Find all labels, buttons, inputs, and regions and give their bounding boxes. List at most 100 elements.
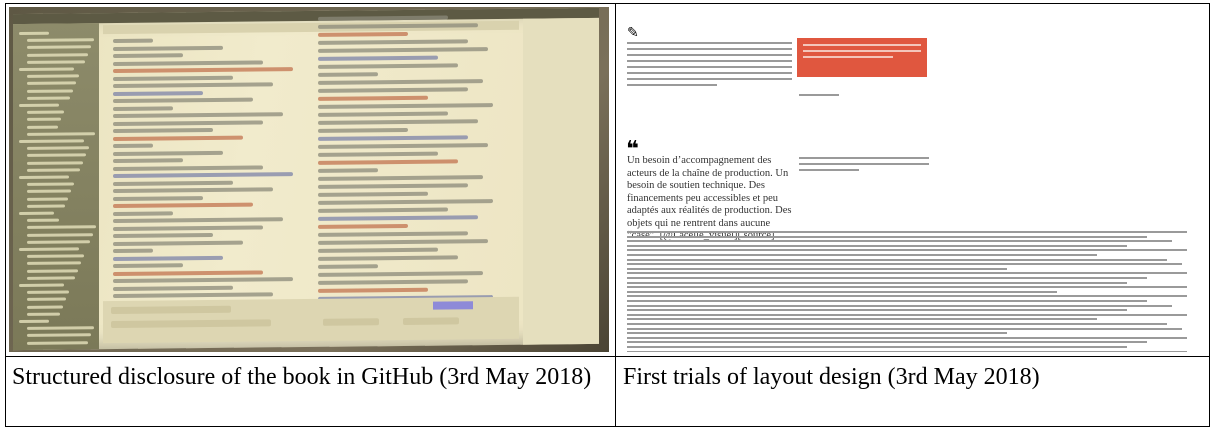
code-line bbox=[113, 97, 253, 104]
body-text-line bbox=[627, 48, 792, 50]
side-note-line bbox=[799, 157, 929, 159]
code-line bbox=[113, 119, 263, 126]
code-line bbox=[113, 292, 273, 299]
code-line bbox=[113, 112, 283, 119]
code-line bbox=[318, 168, 378, 173]
body-text-line bbox=[627, 60, 792, 62]
body-text-line bbox=[627, 84, 717, 86]
code-line bbox=[113, 240, 243, 246]
body-text-line bbox=[627, 263, 1182, 266]
code-line bbox=[318, 143, 488, 149]
sidebar-entry bbox=[27, 38, 94, 43]
code-line bbox=[318, 183, 468, 189]
sidebar-entry bbox=[27, 297, 66, 302]
sidebar-entry bbox=[27, 168, 80, 172]
code-line bbox=[113, 255, 223, 261]
code-line bbox=[113, 158, 183, 164]
body-text-line bbox=[627, 42, 792, 44]
sidebar-entry bbox=[27, 218, 59, 223]
title-block-line bbox=[803, 44, 921, 46]
column-divider bbox=[615, 4, 616, 426]
body-text-line bbox=[627, 277, 1147, 279]
code-line bbox=[318, 103, 493, 109]
projected-screen bbox=[13, 7, 599, 351]
body-text-line bbox=[627, 254, 1097, 256]
sidebar-entry bbox=[27, 340, 88, 345]
code-line bbox=[318, 47, 488, 53]
code-line bbox=[318, 255, 458, 261]
layout-design-page: ✎ ❝ Un besoin d’accompagnement des acteu… bbox=[621, 7, 1206, 352]
editor-bottom-bar bbox=[103, 296, 519, 344]
sidebar-entry bbox=[19, 139, 84, 144]
sidebar-entry bbox=[27, 254, 84, 259]
code-line bbox=[113, 269, 263, 276]
code-line bbox=[113, 75, 233, 81]
title-block-line bbox=[803, 50, 921, 52]
body-text-line bbox=[627, 336, 1187, 339]
body-text-line bbox=[627, 350, 1187, 352]
sidebar-entry bbox=[27, 240, 90, 244]
code-line bbox=[318, 55, 438, 61]
code-line bbox=[318, 111, 448, 117]
code-line bbox=[318, 95, 428, 101]
sidebar-entry bbox=[27, 110, 64, 115]
editor-right-pane bbox=[523, 17, 599, 345]
code-line bbox=[113, 248, 153, 254]
sidebar-entry bbox=[27, 268, 78, 273]
code-line bbox=[318, 231, 468, 237]
sidebar-entry bbox=[27, 96, 70, 100]
code-line bbox=[113, 232, 213, 239]
sidebar-entry bbox=[19, 67, 74, 72]
title-block-line bbox=[803, 56, 893, 58]
side-note-line bbox=[799, 169, 859, 171]
sidebar-entry bbox=[27, 117, 61, 122]
body-text-line bbox=[627, 66, 792, 68]
code-line bbox=[318, 79, 483, 85]
body-text-line bbox=[627, 240, 1172, 243]
code-line bbox=[318, 223, 408, 229]
pen-icon: ✎ bbox=[627, 25, 639, 41]
code-line bbox=[113, 105, 173, 111]
code-line bbox=[113, 180, 233, 186]
author-line bbox=[799, 94, 839, 96]
sidebar-entry bbox=[19, 31, 49, 36]
code-line bbox=[113, 53, 183, 59]
side-note-line bbox=[799, 163, 929, 165]
title-block bbox=[797, 38, 927, 77]
code-line bbox=[113, 45, 223, 51]
code-line bbox=[113, 187, 273, 194]
sidebar-entry bbox=[27, 326, 94, 331]
pull-quote: Un besoin d’accompagnement des acteurs d… bbox=[627, 155, 792, 241]
code-line bbox=[318, 287, 428, 293]
sidebar-entry bbox=[27, 146, 89, 151]
sidebar-entry bbox=[19, 175, 69, 180]
sidebar-entry bbox=[27, 232, 93, 237]
sidebar-entry bbox=[27, 225, 96, 230]
figure-table: ✎ ❝ Un besoin d’accompagnement des acteu… bbox=[5, 3, 1210, 427]
body-text-line bbox=[627, 295, 1187, 298]
body-text-line bbox=[627, 235, 1147, 238]
body-text-line bbox=[627, 72, 792, 74]
sidebar-entry bbox=[27, 204, 65, 208]
sidebar-entry bbox=[27, 132, 95, 136]
body-text-line bbox=[627, 78, 792, 80]
code-line bbox=[113, 127, 213, 134]
caption-left: Structured disclosure of the book in Git… bbox=[12, 364, 592, 390]
body-text-line bbox=[627, 290, 1057, 293]
code-line bbox=[318, 175, 483, 181]
body-text-line bbox=[627, 258, 1167, 261]
code-line bbox=[318, 135, 468, 141]
code-line bbox=[113, 172, 293, 179]
body-text-line bbox=[627, 286, 1187, 289]
sidebar-entry bbox=[27, 81, 76, 86]
body-text-line bbox=[627, 249, 1187, 252]
code-line bbox=[113, 150, 223, 156]
code-line bbox=[113, 67, 293, 74]
code-line bbox=[318, 87, 468, 93]
code-line bbox=[318, 191, 428, 197]
code-line bbox=[318, 159, 458, 165]
sidebar-entry bbox=[27, 261, 81, 266]
code-line bbox=[113, 82, 273, 89]
body-text-line bbox=[627, 309, 1127, 312]
code-line bbox=[113, 202, 253, 209]
